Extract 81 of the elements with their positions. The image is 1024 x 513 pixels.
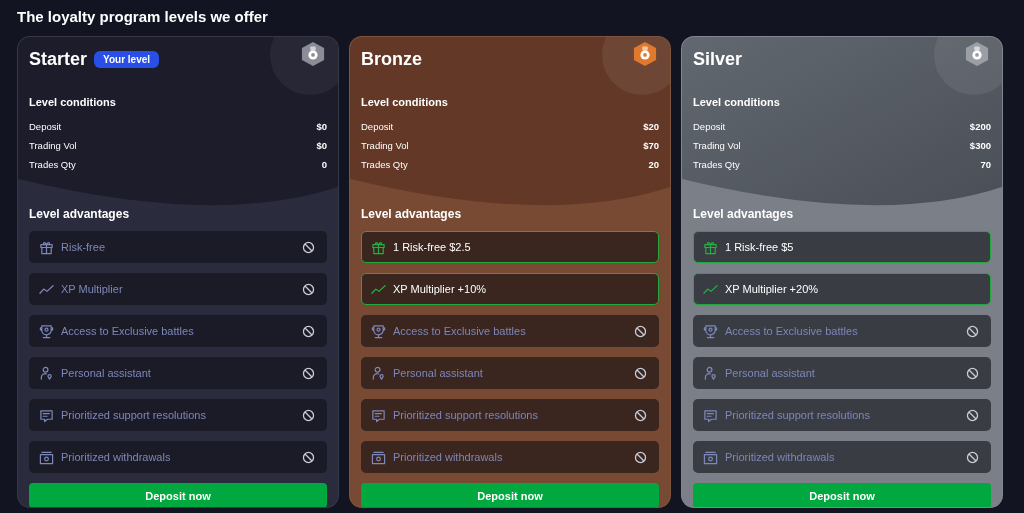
advantage-label: XP Multiplier +10%	[393, 283, 488, 295]
condition-value: $20	[643, 121, 659, 132]
trophy-icon	[703, 323, 718, 339]
person-icon	[371, 365, 386, 381]
advantages-heading: Level advantages	[29, 207, 131, 221]
condition-label: Deposit	[693, 121, 726, 132]
unavailable-icon	[966, 324, 979, 338]
advantage-label: Personal assistant	[725, 367, 816, 379]
condition-label: Trading Vol	[361, 140, 409, 151]
unavailable-icon	[634, 324, 647, 338]
advantage-label: Prioritized support resolutions	[725, 409, 871, 421]
unavailable-icon	[302, 366, 315, 380]
wallet-icon	[703, 449, 718, 465]
wallet-icon	[371, 449, 386, 465]
condition-label: Trading Vol	[29, 140, 77, 151]
chat-icon	[39, 407, 54, 423]
condition-value: 70	[980, 159, 991, 170]
condition-value: 20	[648, 159, 659, 170]
level-medal-icon	[301, 41, 325, 67]
level-medal-icon	[633, 41, 657, 67]
advantage-label: Access to Exclusive battles	[393, 325, 527, 337]
level-medal-icon	[965, 41, 989, 67]
trophy-icon	[371, 323, 386, 339]
deposit-button[interactable]: Deposit now	[29, 483, 327, 507]
advantage-label: Prioritized withdrawals	[393, 451, 504, 463]
unavailable-icon	[302, 408, 315, 422]
advantage-label: Prioritized support resolutions	[61, 409, 207, 421]
condition-value: 0	[321, 159, 327, 170]
unavailable-icon	[634, 408, 647, 422]
wallet-icon	[39, 449, 54, 465]
advantages-heading: Level advantages	[693, 207, 795, 221]
unavailable-icon	[302, 324, 315, 338]
condition-value: $200	[969, 121, 991, 132]
advantage-label: Prioritized withdrawals	[61, 451, 172, 463]
unavailable-icon	[302, 282, 315, 296]
level-name: Starter	[29, 48, 88, 70]
condition-label: Deposit	[29, 121, 62, 132]
condition-value: $300	[969, 140, 991, 151]
unavailable-icon	[634, 366, 647, 380]
unavailable-icon	[966, 366, 979, 380]
conditions-heading: Level conditions	[29, 95, 117, 109]
advantage-label: Prioritized withdrawals	[725, 451, 836, 463]
gift-icon	[371, 239, 386, 255]
person-icon	[703, 365, 718, 381]
trophy-icon	[39, 323, 54, 339]
condition-value: $70	[643, 140, 659, 151]
condition-label: Trades Qty	[361, 159, 408, 170]
advantage-label: Risk-free	[61, 241, 106, 253]
condition-label: Trading Vol	[693, 140, 741, 151]
chat-icon	[703, 407, 718, 423]
unavailable-icon	[966, 408, 979, 422]
advantage-label: Access to Exclusive battles	[61, 325, 195, 337]
gift-icon	[39, 239, 54, 255]
condition-value: $0	[316, 140, 327, 151]
advantage-label: Personal assistant	[61, 367, 152, 379]
gift-icon	[703, 239, 718, 255]
advantage-label: Personal assistant	[393, 367, 484, 379]
condition-label: Trades Qty	[29, 159, 76, 170]
advantage-label: Access to Exclusive battles	[725, 325, 859, 337]
advantage-label: 1 Risk-free $2.5	[393, 241, 472, 253]
conditions-heading: Level conditions	[693, 95, 781, 109]
condition-label: Deposit	[361, 121, 394, 132]
advantage-label: 1 Risk-free $5	[725, 241, 795, 253]
advantage-label: Prioritized support resolutions	[393, 409, 539, 421]
level-name: Silver	[693, 48, 743, 70]
advantages-heading: Level advantages	[361, 207, 463, 221]
advantage-label: XP Multiplier +20%	[725, 283, 820, 295]
condition-label: Trades Qty	[693, 159, 740, 170]
advantage-label: XP Multiplier	[61, 283, 124, 295]
deposit-button[interactable]: Deposit now	[361, 483, 659, 507]
person-icon	[39, 365, 54, 381]
conditions-heading: Level conditions	[361, 95, 449, 109]
unavailable-icon	[966, 450, 979, 464]
level-name: Bronze	[361, 48, 422, 70]
deposit-button[interactable]: Deposit now	[693, 483, 991, 507]
condition-value: $0	[316, 121, 327, 132]
chat-icon	[371, 407, 386, 423]
unavailable-icon	[634, 450, 647, 464]
unavailable-icon	[302, 450, 315, 464]
unavailable-icon	[302, 240, 315, 254]
section-heading: The loyalty program levels we offer	[17, 7, 269, 27]
